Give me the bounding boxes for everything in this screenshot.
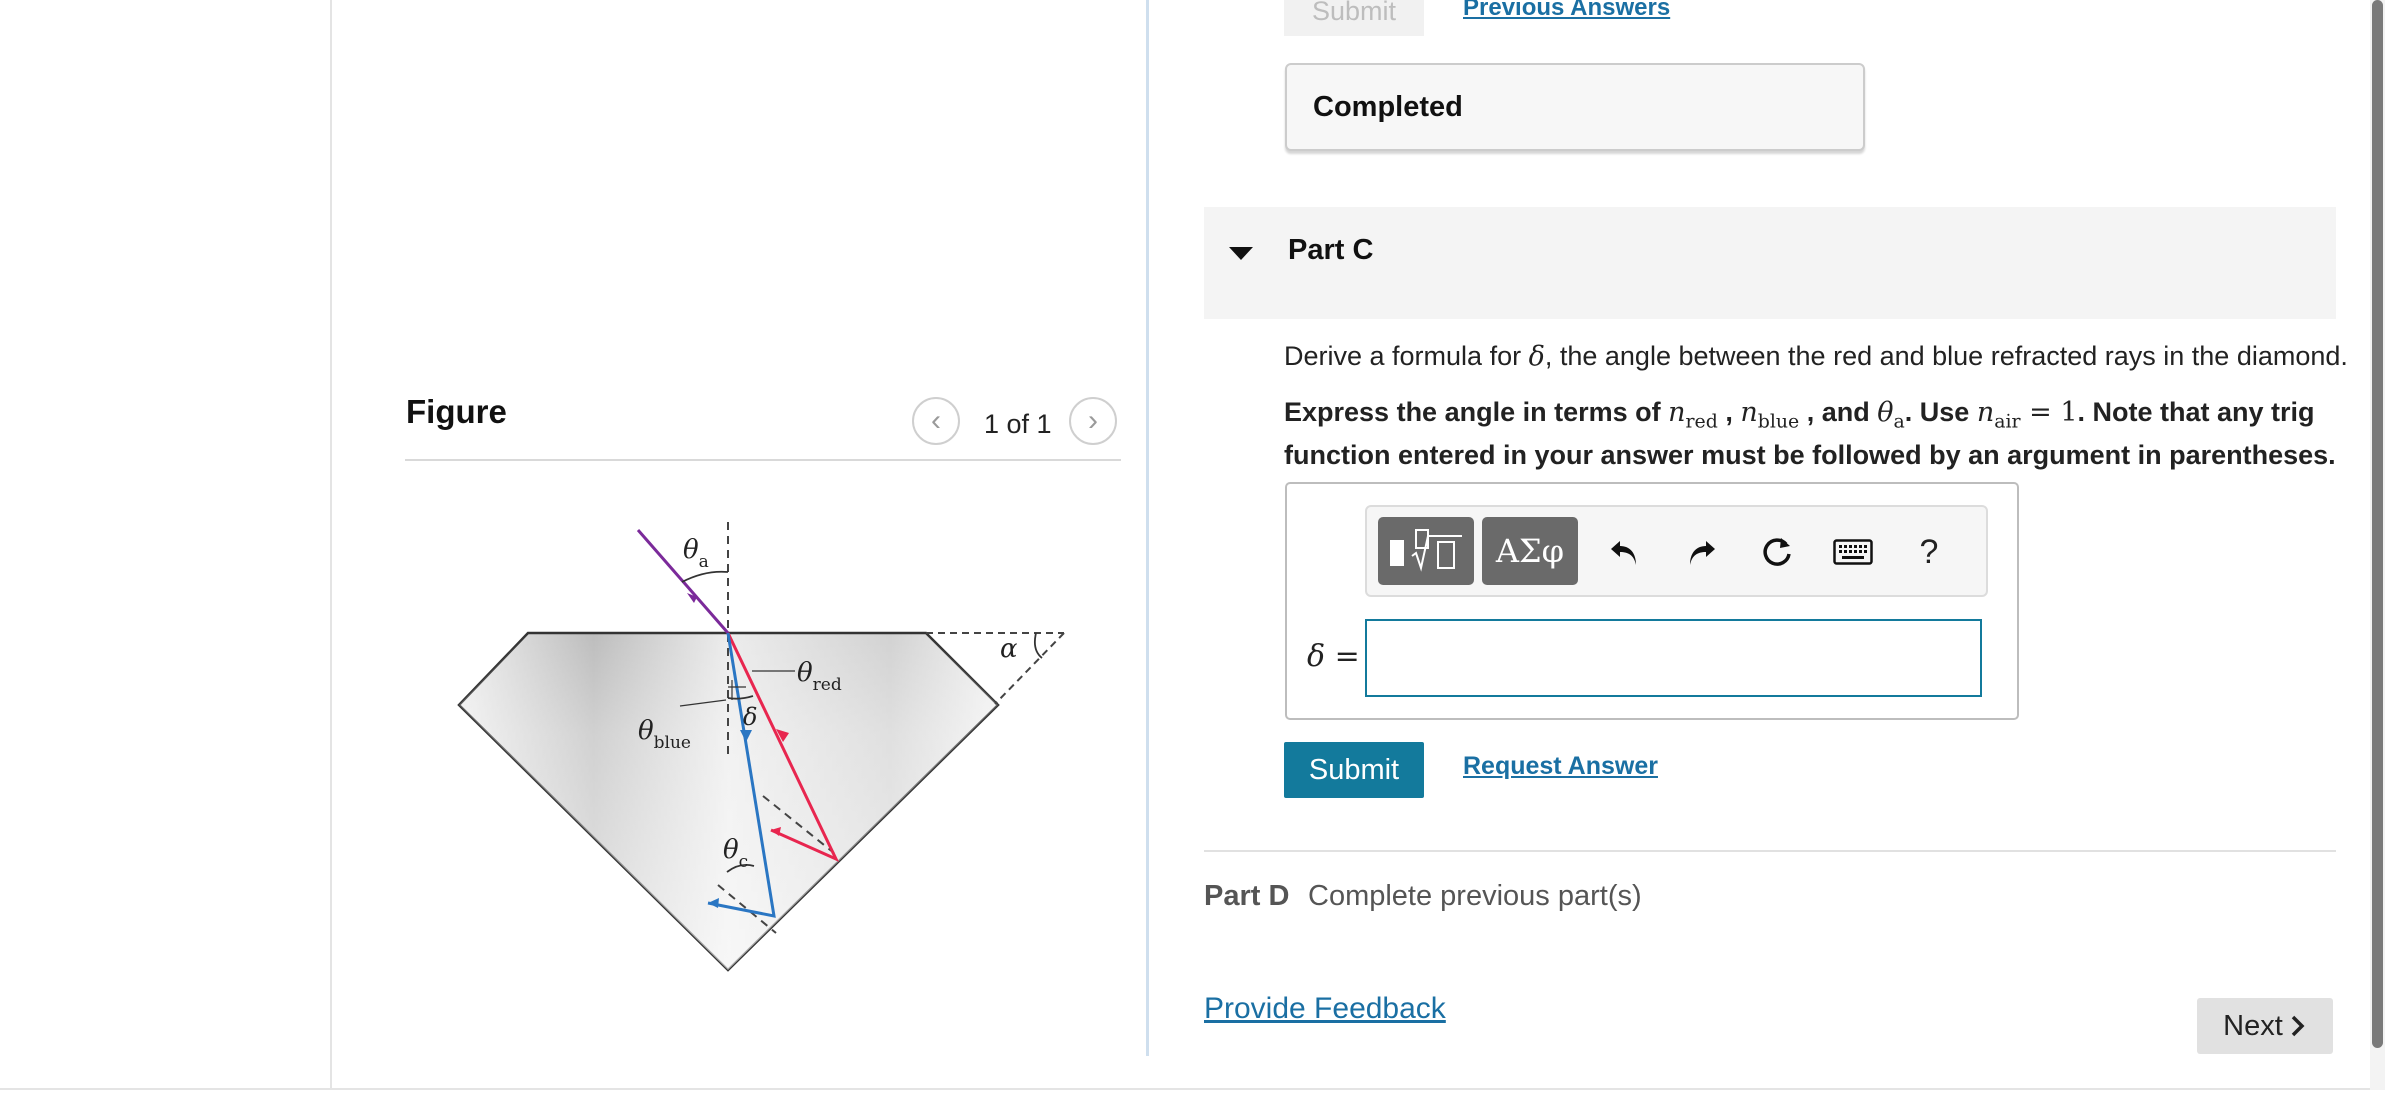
- figure-prev-button[interactable]: ‹: [912, 397, 960, 445]
- completed-status-box: Completed: [1285, 63, 1865, 151]
- figure-next-button[interactable]: ›: [1069, 397, 1117, 445]
- previous-answers-link[interactable]: Previous Answers: [1463, 0, 1670, 22]
- request-answer-link[interactable]: Request Answer: [1463, 752, 1658, 781]
- chevron-right-icon: [2291, 1015, 2305, 1037]
- caret-down-icon[interactable]: [1229, 247, 1253, 260]
- bottom-border: [0, 1088, 2385, 1090]
- submit-button[interactable]: Submit: [1284, 742, 1424, 798]
- answer-input[interactable]: [1365, 619, 1982, 697]
- label-delta: δ: [743, 703, 757, 731]
- figure-counter: 1 of 1: [984, 409, 1052, 439]
- label-alpha: α: [1000, 634, 1018, 664]
- help-button[interactable]: ?: [1907, 529, 1951, 575]
- part-c-title: Part C: [1288, 234, 1374, 266]
- undo-icon[interactable]: [1603, 529, 1647, 575]
- chevron-right-icon: ›: [1088, 404, 1098, 437]
- math-toolbar: ΑΣφ ?: [1365, 505, 1988, 597]
- redo-icon[interactable]: [1679, 529, 1723, 575]
- figure-divider: [405, 459, 1121, 461]
- keyboard-icon[interactable]: [1831, 529, 1875, 575]
- question-text: Derive a formula for δ, the angle betwee…: [1284, 341, 2348, 372]
- completed-text: Completed: [1313, 91, 1463, 123]
- answer-label: δ =: [1307, 639, 1360, 674]
- next-button[interactable]: Next: [2197, 998, 2333, 1054]
- reset-icon[interactable]: [1755, 529, 1799, 575]
- scrollbar-thumb[interactable]: [2372, 0, 2383, 1048]
- figure-title: Figure: [406, 393, 507, 430]
- greek-symbols-button[interactable]: ΑΣφ: [1482, 517, 1578, 585]
- provide-feedback-link[interactable]: Provide Feedback: [1204, 992, 1446, 1026]
- part-d-label: Part D: [1204, 880, 1290, 912]
- panel-divider: [1146, 0, 1149, 1056]
- templates-icon: [1390, 529, 1462, 572]
- part-c-header[interactable]: Part C: [1204, 207, 2336, 319]
- part-d-divider: [1204, 850, 2336, 852]
- diamond-refraction-figure: θa θred θblue δ θc α: [457, 522, 1065, 972]
- left-border: [330, 0, 332, 1090]
- templates-button[interactable]: [1378, 517, 1474, 585]
- instruction-text: Express the angle in terms of nred , nbl…: [1284, 397, 2336, 470]
- part-d-status: Complete previous part(s): [1308, 880, 1642, 912]
- next-label: Next: [2223, 1009, 2283, 1042]
- disabled-submit-button[interactable]: Submit: [1284, 0, 1424, 36]
- label-theta-a: θa: [683, 535, 709, 572]
- chevron-left-icon: ‹: [931, 404, 941, 437]
- answer-box: ΑΣφ ? δ =: [1285, 482, 2019, 720]
